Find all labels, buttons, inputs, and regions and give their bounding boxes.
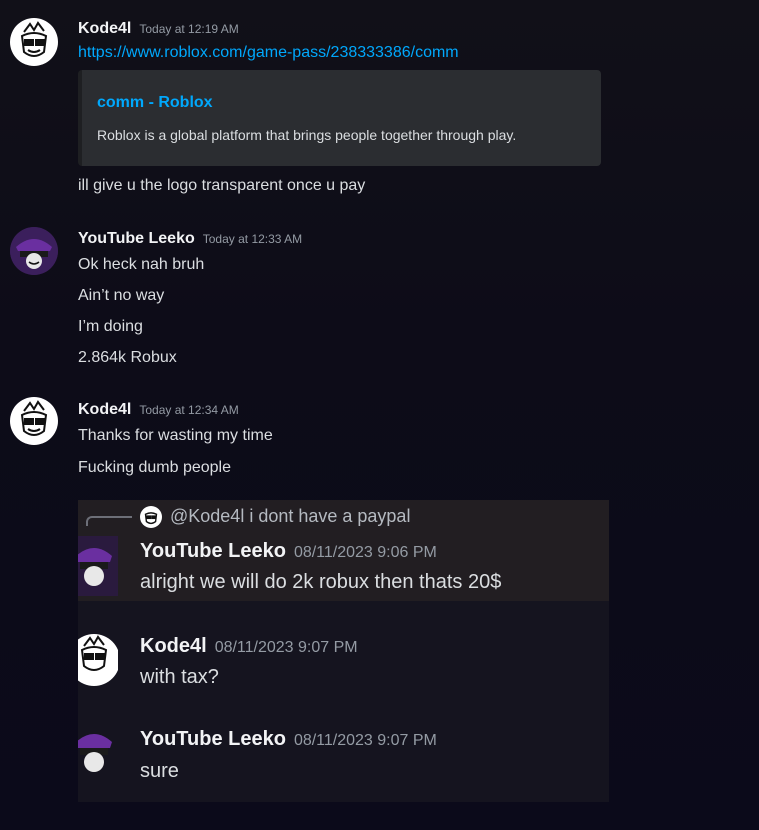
screenshot-avatar-leeko (78, 722, 118, 782)
screenshot-author: YouTube Leeko (140, 540, 286, 562)
screenshot-timestamp: 08/11/2023 9:06 PM (293, 544, 437, 561)
reply-preview-text: @Kode4l i dont have a paypal (170, 506, 411, 526)
avatar-kode4l[interactable] (10, 18, 58, 66)
author-name[interactable]: Kode4l (78, 401, 131, 418)
avatar-kode4l-icon (20, 400, 48, 436)
message-text: ill give u the logo transparent once u p… (78, 177, 366, 194)
avatar-leeko-icon (78, 722, 118, 782)
timestamp: Today at 12:34 AM (139, 403, 239, 417)
reply-avatar-icon (144, 512, 158, 525)
screenshot-avatar-kode4l (78, 628, 118, 688)
message-text: I’m doing (78, 318, 143, 335)
embed-title[interactable]: comm - Roblox (97, 94, 213, 112)
screenshot-timestamp: 08/11/2023 9:07 PM (214, 639, 358, 656)
avatar-leeko-icon (78, 536, 118, 596)
screenshot-message-text: with tax? (140, 666, 219, 688)
message-text: Fucking dumb people (78, 459, 231, 476)
timestamp: Today at 12:33 AM (202, 232, 303, 246)
screenshot-author: YouTube Leeko (140, 728, 286, 750)
avatar-kode4l-icon (78, 628, 118, 688)
screenshot-message-text: sure (140, 760, 179, 782)
screenshot-message-text: alright we will do 2k robux then thats 2… (140, 571, 502, 593)
message-text: Ain’t no way (78, 287, 165, 304)
link-embed: comm - Roblox Roblox is a global platfor… (78, 70, 601, 166)
message-text: 2.864k Robux (78, 349, 177, 366)
message-text: Thanks for wasting my time (78, 427, 273, 444)
avatar-kode4l-icon (20, 21, 48, 57)
attached-screenshot[interactable]: @Kode4l i dont have a paypal YouTube Lee… (78, 500, 609, 802)
embed-description: Roblox is a global platform that brings … (97, 127, 517, 143)
avatar-youtube-leeko[interactable] (10, 227, 58, 275)
message-link[interactable]: https://www.roblox.com/game-pass/2383333… (78, 44, 459, 62)
reply-avatar (140, 506, 162, 528)
screenshot-timestamp: 08/11/2023 9:07 PM (293, 732, 437, 749)
timestamp: Today at 12:19 AM (139, 22, 239, 36)
reply-connector (86, 516, 132, 526)
message-text: Ok heck nah bruh (78, 256, 205, 273)
author-name[interactable]: YouTube Leeko (78, 230, 195, 247)
author-name[interactable]: Kode4l (78, 20, 131, 37)
screenshot-author: Kode4l (140, 635, 207, 657)
screenshot-avatar-leeko (78, 536, 118, 596)
avatar-kode4l[interactable] (10, 397, 58, 445)
avatar-leeko-icon (10, 227, 58, 275)
